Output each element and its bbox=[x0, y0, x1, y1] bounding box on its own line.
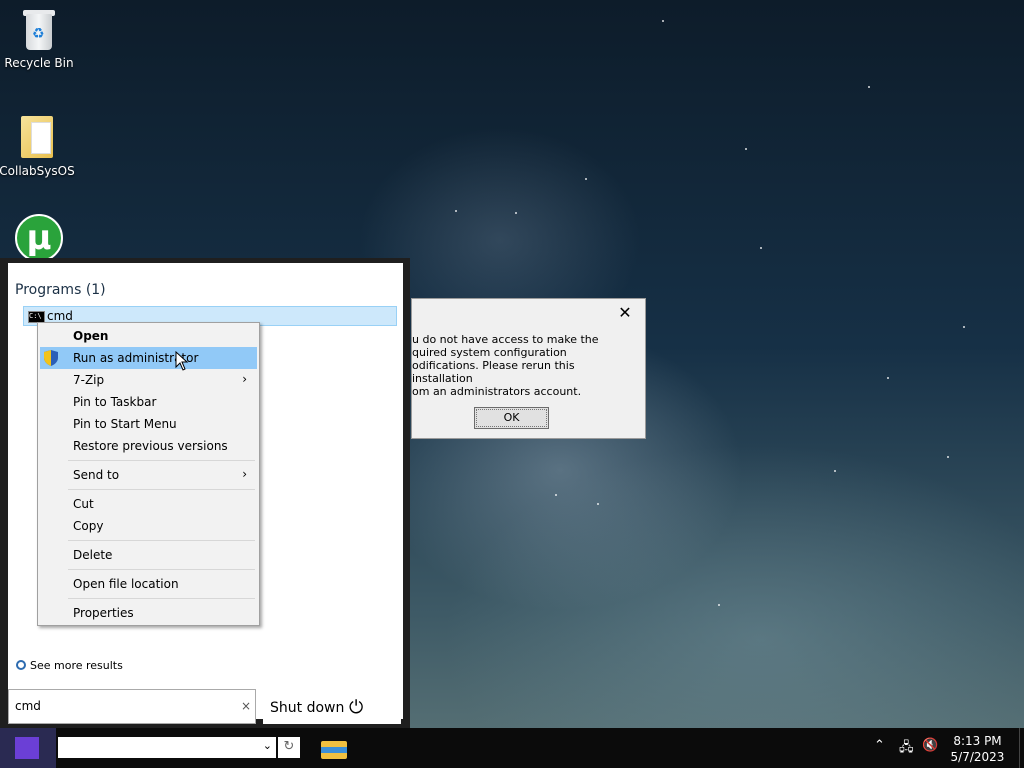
search-icon bbox=[16, 660, 26, 670]
menu-item-pin-to-taskbar[interactable]: Pin to Taskbar bbox=[40, 391, 257, 413]
menu-separator bbox=[68, 569, 255, 570]
menu-item-label: Pin to Taskbar bbox=[73, 395, 157, 409]
menu-item-7zip[interactable]: 7-Zip › bbox=[40, 369, 257, 391]
chevron-up-icon[interactable]: ⌃ bbox=[874, 738, 885, 753]
mouse-cursor-icon bbox=[175, 351, 189, 371]
clear-search-icon[interactable]: × bbox=[241, 699, 251, 713]
shutdown-label: Shut down bbox=[270, 700, 345, 716]
start-button[interactable] bbox=[0, 728, 56, 768]
refresh-icon[interactable]: ↻ bbox=[278, 737, 300, 758]
menu-item-restore-previous-versions[interactable]: Restore previous versions bbox=[40, 435, 257, 457]
desktop-icon-label: Recycle Bin bbox=[4, 56, 74, 70]
recycle-bin-icon: ♻ bbox=[20, 8, 58, 52]
chevron-right-icon: › bbox=[242, 372, 247, 386]
desktop-icon-utorrent[interactable]: µ bbox=[1, 214, 77, 262]
menu-item-delete[interactable]: Delete bbox=[40, 544, 257, 566]
menu-separator bbox=[68, 540, 255, 541]
menu-item-label: Restore previous versions bbox=[73, 439, 228, 453]
taskbar: ⌄ ↻ ⌃ 🖧 🔇 8:13 PM 5/7/2023 bbox=[0, 728, 1024, 768]
network-icon[interactable]: 🖧 bbox=[899, 738, 914, 760]
menu-separator bbox=[68, 489, 255, 490]
menu-item-label: Delete bbox=[73, 548, 113, 562]
dialog-message: u do not have access to make the quired … bbox=[412, 333, 599, 398]
system-clock[interactable]: 8:13 PM 5/7/2023 bbox=[945, 733, 1010, 765]
menu-item-label: Copy bbox=[73, 519, 104, 533]
search-input[interactable] bbox=[13, 698, 237, 714]
file-explorer-taskbar-button[interactable] bbox=[318, 735, 350, 763]
menu-item-open[interactable]: Open bbox=[40, 325, 257, 347]
desktop-icon-recycle-bin[interactable]: ♻ Recycle Bin bbox=[1, 8, 77, 70]
uac-shield-icon bbox=[44, 350, 58, 366]
windows-logo-icon bbox=[15, 737, 39, 759]
error-dialog: ✕ u do not have access to make the quire… bbox=[411, 298, 646, 439]
menu-item-pin-to-start-menu[interactable]: Pin to Start Menu bbox=[40, 413, 257, 435]
chevron-down-icon[interactable]: ⌄ bbox=[263, 739, 272, 752]
clock-time: 8:13 PM bbox=[953, 734, 1002, 748]
context-menu: Open Run as administrator 7-Zip › Pin to… bbox=[37, 322, 260, 626]
programs-heading: Programs (1) bbox=[15, 282, 106, 298]
menu-item-open-file-location[interactable]: Open file location bbox=[40, 573, 257, 595]
menu-item-cut[interactable]: Cut bbox=[40, 493, 257, 515]
start-search-box[interactable]: × bbox=[8, 689, 256, 724]
shutdown-button[interactable]: Shut down ⏻ bbox=[263, 693, 401, 724]
desktop-icon-label: CollabSysOS bbox=[0, 164, 75, 178]
see-more-results-link[interactable]: See more results bbox=[16, 659, 123, 672]
program-name: cmd bbox=[47, 309, 73, 323]
menu-item-label: Cut bbox=[73, 497, 94, 511]
menu-separator bbox=[68, 460, 255, 461]
menu-item-label: Open file location bbox=[73, 577, 179, 591]
menu-item-label: 7-Zip bbox=[73, 373, 105, 387]
folder-icon bbox=[17, 112, 57, 160]
menu-item-copy[interactable]: Copy bbox=[40, 515, 257, 537]
menu-item-run-as-administrator[interactable]: Run as administrator bbox=[40, 347, 257, 369]
desktop-icon-collabsysos[interactable]: CollabSysOS bbox=[0, 112, 75, 178]
menu-item-label: Send to bbox=[73, 468, 120, 482]
taskbar-address-box[interactable]: ⌄ bbox=[58, 737, 276, 758]
close-icon[interactable]: ✕ bbox=[615, 303, 635, 322]
menu-item-label: Pin to Start Menu bbox=[73, 417, 177, 431]
see-more-label: See more results bbox=[30, 659, 123, 672]
volume-muted-icon[interactable]: 🔇 bbox=[922, 738, 938, 753]
show-desktop-button[interactable] bbox=[1019, 728, 1024, 768]
menu-item-label: Open bbox=[73, 329, 109, 343]
utorrent-icon: µ bbox=[15, 214, 63, 262]
chevron-right-icon: › bbox=[242, 467, 247, 481]
menu-item-label: Properties bbox=[73, 606, 134, 620]
clock-date: 5/7/2023 bbox=[950, 750, 1005, 764]
menu-item-send-to[interactable]: Send to › bbox=[40, 464, 257, 486]
power-icon: ⏻ bbox=[349, 697, 364, 718]
ok-button[interactable]: OK bbox=[474, 407, 549, 429]
menu-separator bbox=[68, 598, 255, 599]
menu-item-properties[interactable]: Properties bbox=[40, 602, 257, 624]
